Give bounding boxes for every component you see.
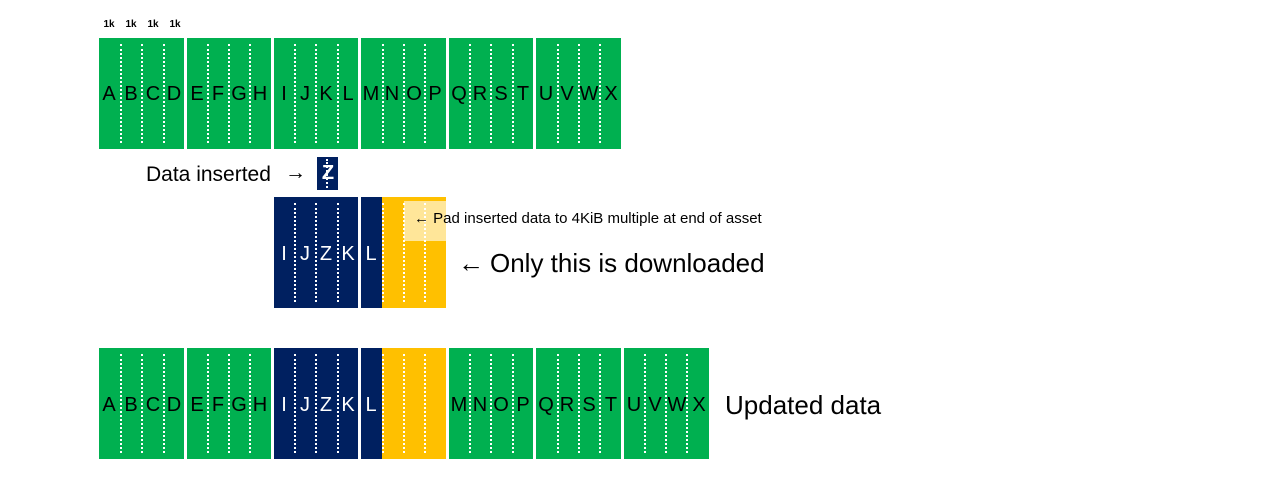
data-letter: S — [494, 83, 508, 105]
data-letter: H — [252, 83, 268, 105]
data-letter: R — [472, 83, 488, 105]
data-letter: D — [166, 394, 182, 416]
data-letter: K — [341, 394, 355, 416]
data-letter: Q — [538, 394, 554, 416]
data-letter: V — [648, 394, 662, 416]
data-letter: J — [300, 243, 310, 265]
data-letter: I — [281, 243, 287, 265]
data-letter: X — [604, 83, 618, 105]
data-letter: X — [692, 394, 706, 416]
block-size-label: 1k — [103, 19, 115, 30]
data-letter: R — [559, 394, 575, 416]
inserted-letter: Z — [321, 162, 335, 184]
data-letter: L — [365, 243, 377, 265]
data-letter: N — [472, 394, 488, 416]
data-letter: W — [667, 394, 687, 416]
data-letter: K — [319, 83, 333, 105]
data-letter: J — [300, 394, 310, 416]
right-arrow-icon: → — [285, 161, 306, 184]
data-letter: A — [102, 394, 116, 416]
data-letter: B — [124, 394, 138, 416]
data-letter: U — [538, 83, 554, 105]
data-letter: I — [281, 394, 287, 416]
data-letter: B — [124, 83, 138, 105]
data-letter: V — [560, 83, 574, 105]
data-letter: J — [300, 83, 310, 105]
data-letter: Q — [451, 83, 467, 105]
data-letter: K — [341, 243, 355, 265]
left-arrow-icon: ← — [458, 248, 484, 278]
data-letter: Z — [319, 243, 333, 265]
data-letter: P — [516, 394, 530, 416]
data-letter: T — [604, 394, 618, 416]
data-letter: M — [450, 394, 468, 416]
data-letter: F — [211, 394, 225, 416]
pad-note: ← Pad inserted data to 4KiB multiple at … — [414, 210, 762, 227]
data-letter: T — [516, 83, 530, 105]
data-letter: O — [406, 83, 422, 105]
data-letter: C — [145, 394, 161, 416]
data-letter: G — [231, 83, 247, 105]
data-letter: P — [428, 83, 442, 105]
data-letter: W — [579, 83, 599, 105]
data-inserted-label: Data inserted — [146, 163, 271, 186]
data-letter: A — [102, 83, 116, 105]
data-letter: U — [626, 394, 642, 416]
block-size-label: 1k — [169, 19, 181, 30]
data-letter: L — [342, 83, 354, 105]
data-letter: H — [252, 394, 268, 416]
updated-data-label: Updated data — [725, 390, 882, 420]
data-letter: N — [384, 83, 400, 105]
data-letter: G — [231, 394, 247, 416]
block-size-label: 1k — [147, 19, 159, 30]
data-letter: O — [493, 394, 509, 416]
data-letter: E — [190, 394, 204, 416]
data-letter: S — [582, 394, 596, 416]
data-letter: M — [362, 83, 380, 105]
data-letter: C — [145, 83, 161, 105]
data-letter: F — [211, 83, 225, 105]
inserted-block: Z — [317, 157, 338, 190]
download-note: Only this is downloaded — [490, 248, 765, 278]
data-letter: I — [281, 83, 287, 105]
data-letter: D — [166, 83, 182, 105]
block-size-label: 1k — [125, 19, 137, 30]
data-letter: Z — [319, 394, 333, 416]
padding-block — [382, 348, 446, 459]
data-letter: E — [190, 83, 204, 105]
data-letter: L — [365, 394, 377, 416]
